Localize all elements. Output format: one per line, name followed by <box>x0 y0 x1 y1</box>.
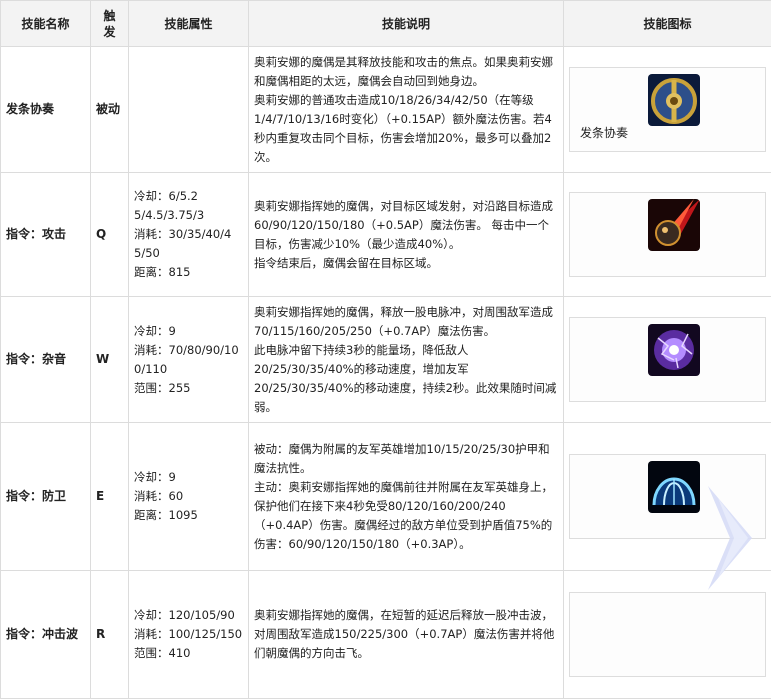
attribute-line: 5/50 <box>134 244 243 263</box>
description-paragraph: 奥莉安娜指挥她的魔偶，对目标区域发射，对沿路目标造成60/90/120/150/… <box>254 197 558 254</box>
attribute-line: 消耗：70/80/90/10 <box>134 341 243 360</box>
header-trigger-char: 触 <box>96 8 123 24</box>
description-paragraph: 指令结束后，魔偶会留在目标区域。 <box>254 254 558 273</box>
skill-name: 指令：冲击波 <box>1 571 91 699</box>
header-skill-description: 技能说明 <box>249 1 564 47</box>
skill-name: 指令：攻击 <box>1 173 91 297</box>
skill-attributes: 冷却：9消耗：60距离：1095 <box>129 423 249 571</box>
skill-trigger: W <box>91 297 129 423</box>
skill-trigger: R <box>91 571 129 699</box>
attribute-line: 范围：410 <box>134 644 243 663</box>
header-skill-icon: 技能图标 <box>564 1 771 47</box>
description-paragraph: 此电脉冲留下持续3秒的能量场，降低敌人20/25/30/35/40%的移动速度，… <box>254 341 558 417</box>
header-skill-name: 技能名称 <box>1 1 91 47</box>
skill-description: 奥莉安娜指挥她的魔偶，对目标区域发射，对沿路目标造成60/90/120/150/… <box>249 173 564 297</box>
skill-icon-card <box>569 317 766 402</box>
skill-attributes <box>129 47 249 173</box>
attribute-line: 消耗：60 <box>134 487 243 506</box>
skill-icon-card: 发条协奏 <box>569 67 766 152</box>
attribute-line: 0/110 <box>134 360 243 379</box>
skill-description: 奥莉安娜的魔偶是其释放技能和攻击的焦点。如果奥莉安娜和魔偶相距的太远，魔偶会自动… <box>249 47 564 173</box>
skill-attributes: 冷却：6/5.25/4.5/3.75/3消耗：30/35/40/45/50距离：… <box>129 173 249 297</box>
attribute-line: 5/4.5/3.75/3 <box>134 206 243 225</box>
shield-dome-icon <box>648 461 700 513</box>
skill-name: 发条协奏 <box>1 47 91 173</box>
skill-icon-card <box>569 192 766 277</box>
table-row: 指令：防卫E冷却：9消耗：60距离：1095被动：魔偶为附属的友军英雄增加10/… <box>1 423 771 571</box>
skill-trigger: 被动 <box>91 47 129 173</box>
watermark-logo <box>700 478 760 598</box>
gear-orb-icon <box>648 74 700 126</box>
table-row: 指令：杂音W冷却：9消耗：70/80/90/100/110范围：255奥莉安娜指… <box>1 297 771 423</box>
skill-description: 奥莉安娜指挥她的魔偶，在短暂的延迟后释放一股冲击波，对周围敌军造成150/225… <box>249 571 564 699</box>
skill-description: 奥莉安娜指挥她的魔偶，释放一股电脉冲，对周围敌军造成70/115/160/205… <box>249 297 564 423</box>
skill-attributes: 冷却：9消耗：70/80/90/100/110范围：255 <box>129 297 249 423</box>
skill-icon-label: 发条协奏 <box>580 124 628 143</box>
attribute-line: 消耗：100/125/150 <box>134 625 243 644</box>
fireball-icon <box>648 199 700 251</box>
attribute-line: 消耗：30/35/40/4 <box>134 225 243 244</box>
table-row: 指令：攻击Q冷却：6/5.25/4.5/3.75/3消耗：30/35/40/45… <box>1 173 771 297</box>
skill-trigger: Q <box>91 173 129 297</box>
table-header-row: 技能名称 触发 技能属性 技能说明 技能图标 <box>1 1 771 47</box>
attribute-line: 冷却：6/5.2 <box>134 187 243 206</box>
skills-table: 技能名称 触发 技能属性 技能说明 技能图标 发条协奏被动奥莉安娜的魔偶是其释放… <box>0 0 771 699</box>
skill-icon-cell <box>564 297 771 423</box>
electric-pulse-icon <box>648 324 700 376</box>
skill-description: 被动：魔偶为附属的友军英雄增加10/15/20/25/30护甲和魔法抗性。主动：… <box>249 423 564 571</box>
header-trigger-text: 触发 <box>96 8 123 40</box>
attribute-line: 范围：255 <box>134 379 243 398</box>
skill-icon-cell <box>564 173 771 297</box>
description-paragraph: 奥莉安娜指挥她的魔偶，释放一股电脉冲，对周围敌军造成70/115/160/205… <box>254 303 558 341</box>
description-paragraph: 奥莉安娜指挥她的魔偶，在短暂的延迟后释放一股冲击波，对周围敌军造成150/225… <box>254 606 558 663</box>
skill-name: 指令：杂音 <box>1 297 91 423</box>
description-paragraph: 被动：魔偶为附属的友军英雄增加10/15/20/25/30护甲和魔法抗性。 <box>254 440 558 478</box>
description-paragraph: 主动：奥莉安娜指挥她的魔偶前往并附属在友军英雄身上，保护他们在接下来4秒免受80… <box>254 478 558 554</box>
attribute-line: 冷却：9 <box>134 468 243 487</box>
attribute-line: 冷却：9 <box>134 322 243 341</box>
attribute-line: 距离：1095 <box>134 506 243 525</box>
skill-trigger: E <box>91 423 129 571</box>
table-row: 指令：冲击波R冷却：120/105/90消耗：100/125/150范围：410… <box>1 571 771 699</box>
header-trigger-char: 发 <box>96 24 123 40</box>
skill-icon-cell: 发条协奏 <box>564 47 771 173</box>
skill-name: 指令：防卫 <box>1 423 91 571</box>
skill-icon-card <box>569 592 766 677</box>
attribute-line: 冷却：120/105/90 <box>134 606 243 625</box>
attribute-line: 距离：815 <box>134 263 243 282</box>
header-trigger: 触发 <box>91 1 129 47</box>
header-skill-attributes: 技能属性 <box>129 1 249 47</box>
skill-attributes: 冷却：120/105/90消耗：100/125/150范围：410 <box>129 571 249 699</box>
description-paragraph: 奥莉安娜的魔偶是其释放技能和攻击的焦点。如果奥莉安娜和魔偶相距的太远，魔偶会自动… <box>254 53 558 91</box>
description-paragraph: 奥莉安娜的普通攻击造成10/18/26/34/42/50（在等级1/4/7/10… <box>254 91 558 167</box>
table-row: 发条协奏被动奥莉安娜的魔偶是其释放技能和攻击的焦点。如果奥莉安娜和魔偶相距的太远… <box>1 47 771 173</box>
